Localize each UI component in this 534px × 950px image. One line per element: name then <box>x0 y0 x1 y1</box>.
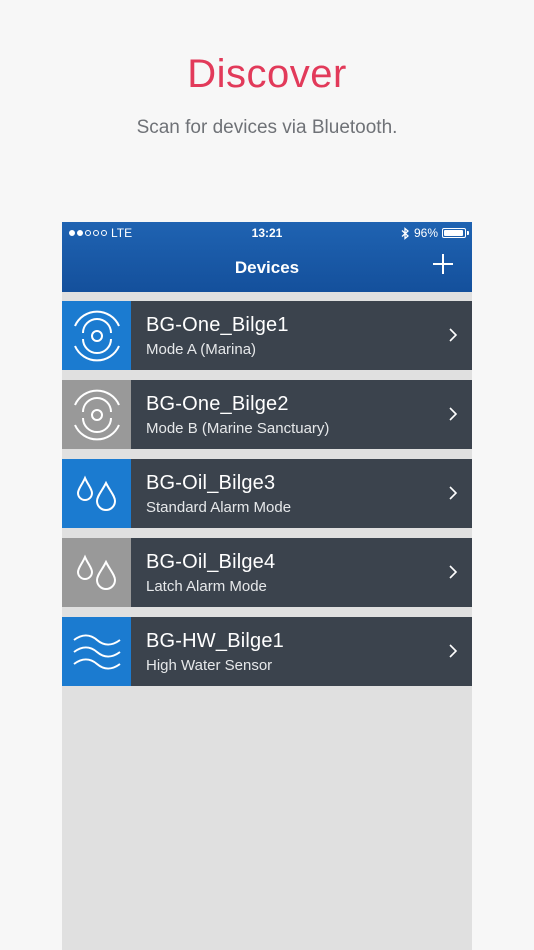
device-row[interactable]: BG-HW_Bilge1 High Water Sensor <box>62 617 472 686</box>
device-icon-tile <box>62 380 131 449</box>
device-text: BG-Oil_Bilge3 Standard Alarm Mode <box>131 459 472 528</box>
device-name: BG-Oil_Bilge4 <box>146 551 276 573</box>
device-icon-tile <box>62 459 131 528</box>
chevron-right-icon <box>448 327 458 348</box>
device-list: BG-One_Bilge1 Mode A (Marina) BG-One_Bilge… <box>62 301 472 696</box>
device-icon-tile <box>62 617 131 686</box>
oil-drops-icon <box>71 547 123 599</box>
device-row[interactable]: BG-One_Bilge1 Mode A (Marina) <box>62 301 472 370</box>
hero-title: Discover <box>187 52 347 96</box>
device-row[interactable]: BG-One_Bilge2 Mode B (Marine Sanctuary) <box>62 380 472 449</box>
device-row[interactable]: BG-Oil_Bilge3 Standard Alarm Mode <box>62 459 472 528</box>
battery-icon <box>442 228 469 238</box>
device-name: BG-One_Bilge1 <box>146 314 289 336</box>
add-device-button[interactable] <box>432 253 454 275</box>
chevron-right-icon <box>448 643 458 664</box>
status-bar: LTE 13:21 96% <box>62 226 472 242</box>
device-mode: Mode A (Marina) <box>146 341 257 358</box>
device-mode: High Water Sensor <box>146 657 273 674</box>
battery-percent: 96% <box>413 226 438 240</box>
device-text: BG-One_Bilge1 Mode A (Marina) <box>131 301 472 370</box>
page-title: Devices <box>234 258 300 277</box>
sensor-icon <box>71 310 123 362</box>
phone-screen: LTE 13:21 96% Devices BG-One_Bilge1 Mode … <box>62 222 472 950</box>
device-text: BG-HW_Bilge1 High Water Sensor <box>131 617 472 686</box>
oil-drops-icon <box>71 468 123 520</box>
chevron-right-icon <box>448 564 458 585</box>
sensor-icon <box>71 389 123 441</box>
device-name: BG-HW_Bilge1 <box>146 630 284 652</box>
bluetooth-icon <box>401 226 409 240</box>
device-name: BG-Oil_Bilge3 <box>146 472 276 494</box>
device-text: BG-One_Bilge2 Mode B (Marine Sanctuary) <box>131 380 472 449</box>
chevron-right-icon <box>448 406 458 427</box>
device-row[interactable]: BG-Oil_Bilge4 Latch Alarm Mode <box>62 538 472 607</box>
device-mode: Standard Alarm Mode <box>146 499 292 516</box>
chevron-right-icon <box>448 485 458 506</box>
navigation-bar: LTE 13:21 96% Devices <box>62 222 472 292</box>
hero-subtitle: Scan for devices via Bluetooth. <box>136 117 398 138</box>
device-text: BG-Oil_Bilge4 Latch Alarm Mode <box>131 538 472 607</box>
device-mode: Mode B (Marine Sanctuary) <box>146 420 330 437</box>
water-waves-icon <box>71 626 123 678</box>
device-mode: Latch Alarm Mode <box>146 578 267 595</box>
device-icon-tile <box>62 538 131 607</box>
device-icon-tile <box>62 301 131 370</box>
device-name: BG-One_Bilge2 <box>146 393 289 415</box>
